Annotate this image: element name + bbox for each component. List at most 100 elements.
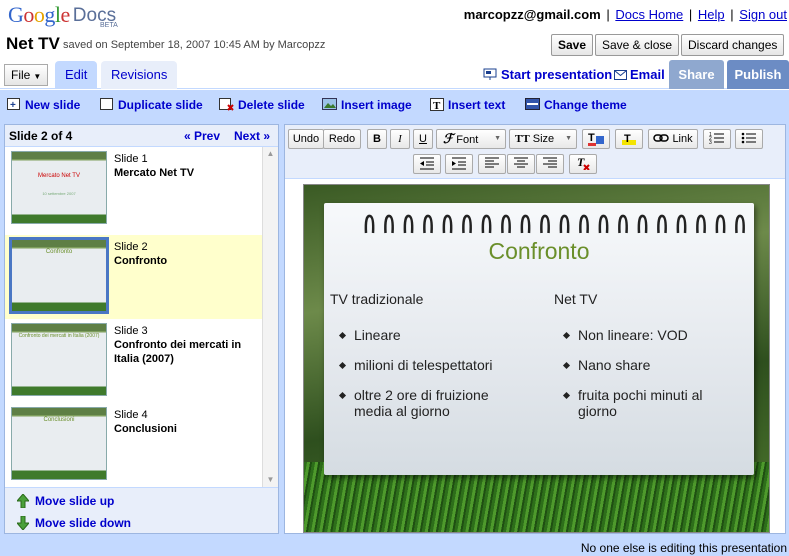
tab-revisions[interactable]: Revisions <box>101 61 178 89</box>
start-presentation-link[interactable]: Start presentation <box>483 67 612 82</box>
list-item: fruita pochi minuti al giorno <box>554 387 739 419</box>
insert-text-button[interactable]: T Insert text <box>430 98 505 112</box>
text-box-icon: T <box>430 98 444 111</box>
duplicate-slide-label: Duplicate slide <box>118 98 203 112</box>
slide-thumbnail[interactable]: Mercato Net TV 10 settembre 2007 <box>11 151 107 224</box>
sign-out-link[interactable]: Sign out <box>739 7 787 22</box>
italic-button[interactable]: I <box>390 129 410 149</box>
document-title[interactable]: Net TV <box>6 34 60 54</box>
align-left-button[interactable] <box>478 154 506 174</box>
slide-sorter-panel: Slide 2 of 4 « Prev Next » Mercato Net T… <box>4 124 279 534</box>
change-theme-label: Change theme <box>544 98 627 112</box>
slide-canvas[interactable]: Confronto TV tradizionale Net TV Lineare… <box>303 184 770 533</box>
slide-number: Slide 4 <box>114 409 148 421</box>
spiral-ring <box>579 214 589 234</box>
tab-edit[interactable]: Edit <box>55 61 98 89</box>
right-bullet-list[interactable]: Non lineare: VOD Nano share fruita pochi… <box>554 327 739 433</box>
font-dropdown[interactable]: ℱ Font ▼ <box>436 129 506 149</box>
save-button[interactable]: Save <box>551 34 594 56</box>
numbered-list-icon: 123 <box>709 132 724 146</box>
slide-title[interactable]: Confronto <box>324 238 754 265</box>
saved-status: saved on September 18, 2007 10:45 AM by … <box>63 39 326 51</box>
font-size-icon: TT <box>515 133 530 145</box>
delete-slide-label: Delete slide <box>238 98 305 112</box>
svg-text:T: T <box>624 133 631 145</box>
change-theme-button[interactable]: Change theme <box>525 98 627 112</box>
scroll-down-icon[interactable]: ▼ <box>263 473 278 487</box>
insert-text-label: Insert text <box>448 98 506 112</box>
slide-list-scrollbar[interactable]: ▲ ▼ <box>262 147 278 487</box>
new-slide-button[interactable]: + New slide <box>7 98 80 112</box>
discard-changes-button[interactable]: Discard changes <box>681 34 785 56</box>
duplicate-slide-icon <box>100 98 113 110</box>
save-close-button[interactable]: Save & close <box>595 34 680 56</box>
action-bar: + New slide Duplicate slide Delete slide … <box>0 90 789 120</box>
spiral-ring <box>520 214 531 234</box>
font-label: Font <box>456 134 479 146</box>
bullet-list-icon <box>741 132 756 144</box>
slide-item-1[interactable]: Mercato Net TV 10 settembre 2007 Slide 1… <box>5 147 262 231</box>
svg-text:3: 3 <box>709 140 712 145</box>
align-left-icon <box>485 157 499 168</box>
underline-button[interactable]: U <box>413 129 433 149</box>
docs-home-link[interactable]: Docs Home <box>615 7 683 22</box>
move-slide-down-button[interactable]: Move slide down <box>17 516 131 530</box>
spiral-ring <box>442 214 453 234</box>
slide-thumbnail[interactable]: Conclusioni <box>11 407 107 480</box>
right-column-heading[interactable]: Net TV <box>554 291 597 307</box>
list-item: Non lineare: VOD <box>554 327 739 343</box>
file-menu[interactable]: File ▼ <box>4 64 48 86</box>
highlight-color-button[interactable]: T <box>615 129 643 149</box>
text-color-button[interactable]: T <box>582 129 610 149</box>
chevron-down-icon: ▼ <box>33 72 42 81</box>
spiral-ring <box>481 214 492 234</box>
svg-text:T: T <box>433 100 441 111</box>
link-button[interactable]: Link <box>648 129 698 149</box>
move-slide-down-label: Move slide down <box>35 516 132 530</box>
numbered-list-button[interactable]: 123 <box>703 129 731 149</box>
slide-name: Confronto dei mercati in Italia (2007) <box>114 339 242 365</box>
font-icon: ℱ <box>443 131 454 146</box>
slide-item-2[interactable]: Confronto Slide 2 Confronto <box>5 235 262 319</box>
duplicate-slide-button[interactable]: Duplicate slide <box>100 98 203 112</box>
left-column-heading[interactable]: TV tradizionale <box>330 291 423 307</box>
align-center-button[interactable] <box>507 154 535 174</box>
bold-button[interactable]: B <box>367 129 387 149</box>
slide-thumbnail[interactable]: Confronto <box>9 237 109 314</box>
redo-button[interactable]: Redo <box>323 129 361 149</box>
left-bullet-list[interactable]: Lineare milioni di telespettatori oltre … <box>330 327 515 433</box>
slide-number: Slide 1 <box>114 153 148 165</box>
delete-slide-button[interactable]: Delete slide <box>219 98 305 112</box>
increase-indent-button[interactable] <box>445 154 473 174</box>
start-presentation-label: Start presentation <box>501 67 613 82</box>
spiral-ring <box>559 214 570 234</box>
indent-icon <box>452 157 466 170</box>
tab-row: File ▼ Edit Revisions Start presentation … <box>0 60 789 89</box>
slide-thumbnail[interactable]: Confronto dei mercati in Italia (2007) <box>11 323 107 396</box>
slide-item-3[interactable]: Confronto dei mercati in Italia (2007) S… <box>5 319 262 403</box>
size-label: Size <box>532 133 555 145</box>
insert-image-button[interactable]: Insert image <box>322 98 412 112</box>
slide-number: Slide 3 <box>114 325 148 337</box>
share-tab[interactable]: Share <box>669 60 724 89</box>
email-link[interactable]: Email <box>614 67 665 82</box>
scroll-up-icon[interactable]: ▲ <box>263 147 278 161</box>
slide-item-4[interactable]: Conclusioni Slide 4 Conclusioni <box>5 403 262 487</box>
bullet-list-button[interactable] <box>735 129 763 149</box>
size-dropdown[interactable]: TT Size ▼ <box>509 129 577 149</box>
decrease-indent-button[interactable] <box>413 154 441 174</box>
align-right-button[interactable] <box>536 154 564 174</box>
clear-formatting-icon: T <box>577 155 590 171</box>
svg-text:+: + <box>10 100 16 111</box>
help-link[interactable]: Help <box>698 7 725 22</box>
slide-number: Slide 2 <box>114 241 148 253</box>
google-docs-logo[interactable]: Google Docs BETA <box>8 2 118 30</box>
slide-name: Confronto <box>114 255 168 267</box>
undo-button[interactable]: Undo <box>288 129 324 149</box>
clear-formatting-button[interactable]: T <box>569 154 597 174</box>
publish-tab[interactable]: Publish <box>727 60 789 89</box>
move-slide-up-button[interactable]: Move slide up <box>17 494 114 508</box>
next-slide-link[interactable]: Next » <box>234 129 270 143</box>
spiral-ring <box>540 214 550 234</box>
prev-slide-link[interactable]: « Prev <box>184 129 220 143</box>
